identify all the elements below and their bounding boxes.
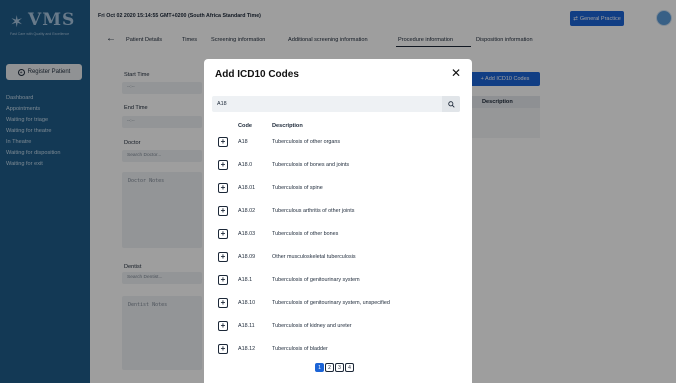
row-description: Tuberculosis of genitourinary system [272,277,360,283]
add-code-icon[interactable]: + [218,275,228,285]
row-code: A18.0 [238,162,253,168]
row-description: Other musculoskeletal tuberculosis [272,254,356,260]
row-code: A18 [238,139,248,145]
search-icon [447,100,455,108]
code-row: + A18.12 Tuberculosis of bladder [216,343,456,357]
add-code-icon[interactable]: + [218,206,228,216]
add-code-icon[interactable]: + [218,183,228,193]
row-code: A18.01 [238,185,256,191]
code-row: + A18 Tuberculosis of other organs [216,136,456,150]
page-2-button[interactable]: 2 [325,363,334,372]
code-row: + A18.09 Other musculoskeletal tuberculo… [216,251,456,265]
code-row: + A18.02 Tuberculous arthritis of other … [216,205,456,219]
code-column-header: Code [238,123,252,129]
row-description: Tuberculosis of other bones [272,231,339,237]
search-button[interactable] [442,96,460,112]
add-code-icon[interactable]: + [218,321,228,331]
row-code: A18.1 [238,277,253,283]
add-code-icon[interactable]: + [218,137,228,147]
icd10-modal: Add ICD10 Codes ✕ Code Description + A18… [204,59,472,383]
modal-title: Add ICD10 Codes [215,69,299,80]
close-icon[interactable]: ✕ [451,67,461,79]
code-row: + A18.11 Tuberculosis of kidney and uret… [216,320,456,334]
row-code: A18.02 [238,208,256,214]
code-row: + A18.03 Tuberculosis of other bones [216,228,456,242]
row-description: Tuberculosis of spine [272,185,323,191]
add-code-icon[interactable]: + [218,252,228,262]
page-3-button[interactable]: 3 [335,363,344,372]
row-code: A18.09 [238,254,256,260]
row-description: Tuberculosis of bones and joints [272,162,350,168]
page-4-button[interactable]: 4 [345,363,354,372]
row-description: Tuberculosis of other organs [272,139,341,145]
page-1-button[interactable]: 1 [315,363,324,372]
icd10-search-input[interactable] [212,96,460,112]
row-description: Tuberculosis of bladder [272,346,328,352]
add-code-icon[interactable]: + [218,160,228,170]
row-code: A18.12 [238,346,256,352]
code-row: + A18.10 Tuberculosis of genitourinary s… [216,297,456,311]
row-description: Tuberculosis of genitourinary system, un… [272,300,390,306]
row-code: A18.03 [238,231,256,237]
row-description: Tuberculosis of kidney and ureter [272,323,352,329]
code-row: + A18.1 Tuberculosis of genitourinary sy… [216,274,456,288]
add-code-icon[interactable]: + [218,229,228,239]
row-description: Tuberculous arthritis of other joints [272,208,355,214]
code-row: + A18.0 Tuberculosis of bones and joints [216,159,456,173]
add-code-icon[interactable]: + [218,298,228,308]
row-code: A18.10 [238,300,256,306]
row-code: A18.11 [238,323,255,329]
pagination: 1 2 3 4 [315,363,354,372]
code-row: + A18.01 Tuberculosis of spine [216,182,456,196]
description-column-header: Description [272,123,303,129]
add-code-icon[interactable]: + [218,344,228,354]
